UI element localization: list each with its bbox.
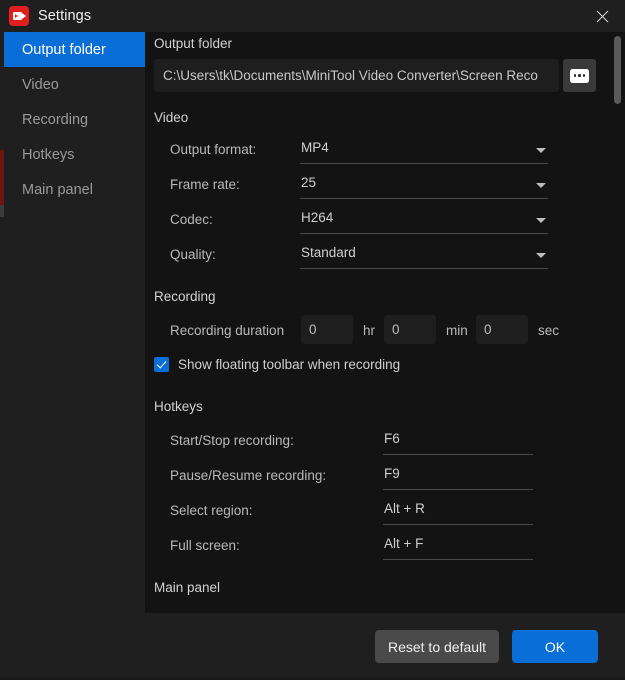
show-floating-toolbar-checkbox[interactable]: Show floating toolbar when recording <box>154 357 400 372</box>
section-heading-video: Video <box>154 110 189 125</box>
sidebar-item-label: Main panel <box>22 181 93 198</box>
sidebar-item-label: Recording <box>22 111 89 128</box>
label-quality: Quality: <box>170 247 216 262</box>
close-icon[interactable] <box>580 0 625 32</box>
label-pause-resume-recording: Pause/Resume recording: <box>170 468 327 483</box>
unit-min: min <box>446 323 468 338</box>
unit-hr: hr <box>363 323 376 338</box>
chevron-down-icon <box>536 148 546 153</box>
settings-content-scroll-area: Output folder Video Output format: MP4 F… <box>145 32 625 613</box>
hotkey-start-stop-recording-value: F6 <box>384 431 400 446</box>
label-frame-rate: Frame rate: <box>170 177 240 192</box>
label-start-stop-recording: Start/Stop recording: <box>170 433 294 448</box>
video-camera-icon <box>9 6 29 26</box>
sidebar-item-hotkeys[interactable]: Hotkeys <box>4 137 145 172</box>
unit-sec: sec <box>538 323 560 338</box>
sidebar-item-label: Hotkeys <box>22 146 75 163</box>
label-recording-duration: Recording duration <box>170 323 285 338</box>
dropdown-output-format-value: MP4 <box>301 140 329 155</box>
title-bar: Settings <box>0 0 625 32</box>
show-floating-toolbar-label: Show floating toolbar when recording <box>178 357 401 372</box>
dropdown-codec[interactable]: H264 <box>300 208 548 234</box>
hotkey-pause-resume-recording-value: F9 <box>384 466 400 481</box>
browse-folder-button[interactable] <box>563 59 596 92</box>
section-heading-main-panel: Main panel <box>154 580 221 595</box>
sidebar-item-recording[interactable]: Recording <box>4 102 145 137</box>
section-heading-hotkeys: Hotkeys <box>154 399 203 414</box>
duration-seconds-input[interactable] <box>476 315 528 344</box>
ellipsis-icon <box>570 68 589 83</box>
sidebar-item-main-panel[interactable]: Main panel <box>4 172 145 207</box>
chevron-down-icon <box>536 183 546 188</box>
sidebar: Output folder Video Recording Hotkeys Ma… <box>4 32 145 613</box>
label-output-format: Output format: <box>170 142 257 157</box>
dialog-footer: Reset to default OK <box>0 613 625 680</box>
output-folder-path-input[interactable] <box>154 59 559 92</box>
hotkey-pause-resume-recording[interactable]: F9 <box>383 464 533 490</box>
dropdown-quality-value: Standard <box>301 245 356 260</box>
hotkey-select-region[interactable]: Alt + R <box>383 499 533 525</box>
chevron-down-icon <box>536 253 546 258</box>
reset-to-default-button[interactable]: Reset to default <box>375 630 499 663</box>
settings-window: Settings Output folder Video Recording H… <box>0 0 625 680</box>
dropdown-codec-value: H264 <box>301 210 334 225</box>
ok-button[interactable]: OK <box>512 630 598 663</box>
hotkey-select-region-value: Alt + R <box>384 501 425 516</box>
dropdown-frame-rate[interactable]: 25 <box>300 173 548 199</box>
duration-minutes-input[interactable] <box>384 315 436 344</box>
window-title: Settings <box>38 8 92 24</box>
label-select-region: Select region: <box>170 503 253 518</box>
section-heading-output-folder: Output folder <box>154 36 233 51</box>
hotkey-full-screen-value: Alt + F <box>384 536 424 551</box>
dropdown-output-format[interactable]: MP4 <box>300 138 548 164</box>
hotkey-full-screen[interactable]: Alt + F <box>383 534 533 560</box>
dropdown-quality[interactable]: Standard <box>300 243 548 269</box>
checkbox-check-icon <box>154 357 169 372</box>
sidebar-item-video[interactable]: Video <box>4 67 145 102</box>
sidebar-item-label: Video <box>22 76 59 93</box>
sidebar-item-output-folder[interactable]: Output folder <box>4 32 145 67</box>
section-heading-recording: Recording <box>154 289 216 304</box>
content-scrollbar[interactable] <box>614 32 621 613</box>
label-full-screen: Full screen: <box>170 538 240 553</box>
content-scrollbar-thumb[interactable] <box>614 36 621 104</box>
duration-hours-input[interactable] <box>301 315 353 344</box>
label-codec: Codec: <box>170 212 213 227</box>
sidebar-item-label: Output folder <box>22 41 106 58</box>
dropdown-frame-rate-value: 25 <box>301 175 317 190</box>
hotkey-start-stop-recording[interactable]: F6 <box>383 429 533 455</box>
chevron-down-icon <box>536 218 546 223</box>
